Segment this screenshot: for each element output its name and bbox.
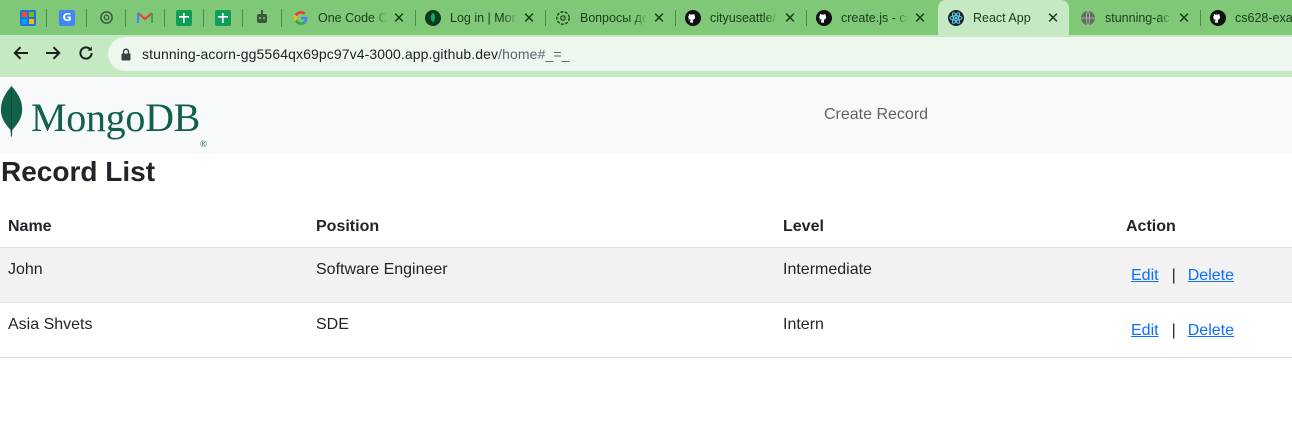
cell-position: SDE — [308, 302, 775, 358]
tab-create-js[interactable]: create.js - cs ✕ — [806, 0, 936, 35]
url-text: stunning-acorn-gg5564qx69pc97v4-3000.app… — [142, 46, 570, 62]
tab-title: cs628-exam — [1235, 10, 1292, 25]
cell-level: Intermediate — [775, 247, 1118, 303]
edit-link[interactable]: Edit — [1131, 322, 1159, 339]
github-icon — [1210, 9, 1226, 26]
url-path: /home#_=_ — [498, 46, 570, 62]
table-header-row: Name Position Level Action — [0, 207, 1292, 248]
create-record-link[interactable]: Create Record — [824, 106, 928, 124]
cell-action: Edit | Delete — [1118, 247, 1292, 303]
cell-name: John — [0, 247, 308, 303]
close-icon[interactable]: ✕ — [521, 10, 537, 26]
github-icon — [816, 9, 832, 26]
google-icon — [293, 10, 309, 26]
android-icon — [254, 10, 270, 26]
github-icon — [685, 9, 701, 26]
tab-one-code[interactable]: One Code Cl ✕ — [283, 0, 415, 35]
chatgpt-icon — [98, 10, 114, 26]
gmail-icon — [137, 10, 153, 26]
column-header-name: Name — [0, 207, 308, 248]
globe-icon — [1080, 10, 1096, 26]
cell-name: Asia Shvets — [0, 302, 308, 358]
edit-link[interactable]: Edit — [1131, 267, 1159, 284]
column-header-position: Position — [308, 207, 775, 248]
tab-mongodb-login[interactable]: Log in | Mor ✕ — [415, 0, 545, 35]
mongodb-wordmark: MongoDB® — [31, 95, 207, 150]
back-arrow-icon — [12, 44, 30, 67]
forward-arrow-icon — [44, 44, 62, 67]
openai-icon — [555, 10, 571, 26]
page-title: Record List — [1, 156, 156, 187]
close-icon[interactable]: ✕ — [651, 10, 667, 26]
column-header-action: Action — [1118, 207, 1292, 248]
google-sheets-icon — [215, 9, 231, 26]
cell-action: Edit | Delete — [1118, 302, 1292, 358]
mongodb-logo[interactable] — [0, 85, 24, 142]
mongodb-leaf-icon — [0, 85, 24, 142]
pinned-tab-chatgpt[interactable] — [86, 0, 126, 35]
forward-button[interactable] — [38, 40, 68, 70]
react-icon — [948, 9, 964, 26]
browser-tab-strip: G One Code Cl ✕ Log in | Mor ✕ Вопросы д… — [0, 0, 1292, 35]
logo-text: MongoDB — [31, 95, 201, 140]
pinned-tab-sheets-2[interactable] — [203, 0, 243, 35]
tab-cityuseattle[interactable]: cityuseattle/ ✕ — [675, 0, 806, 35]
tab-title: stunning-ac — [1105, 10, 1170, 25]
pinned-tab-android[interactable] — [242, 0, 282, 35]
close-icon[interactable]: ✕ — [782, 10, 798, 26]
close-icon[interactable]: ✕ — [1176, 10, 1192, 26]
back-button[interactable] — [6, 40, 36, 70]
tab-stunning-acorn[interactable]: stunning-ac ✕ — [1070, 0, 1200, 35]
google-sheets-icon — [176, 9, 192, 26]
delete-link[interactable]: Delete — [1188, 322, 1234, 339]
reload-button[interactable] — [71, 40, 101, 70]
google-translate-icon: G — [59, 9, 75, 26]
tab-title: create.js - cs — [841, 10, 908, 25]
delete-link[interactable]: Delete — [1188, 267, 1234, 284]
tab-title: React App — [973, 10, 1031, 25]
table-row: Asia Shvets SDE Intern Edit | Delete — [0, 302, 1292, 358]
table-row: John Software Engineer Intermediate Edit… — [0, 247, 1292, 303]
mongodb-icon — [425, 9, 441, 26]
tab-react-app[interactable]: React App ✕ — [938, 0, 1069, 35]
pinned-tab-microsoft-store[interactable] — [8, 0, 48, 35]
close-icon[interactable]: ✕ — [912, 10, 928, 26]
microsoft-store-icon — [20, 9, 36, 26]
close-icon[interactable]: ✕ — [1045, 10, 1061, 26]
action-separator: | — [1171, 321, 1176, 339]
cell-position: Software Engineer — [308, 247, 775, 303]
lock-icon — [121, 48, 131, 61]
reload-icon — [77, 44, 95, 67]
registered-mark: ® — [200, 139, 207, 149]
column-header-level: Level — [775, 207, 1118, 248]
records-table: Name Position Level Action John Software… — [0, 207, 1292, 358]
tab-questions[interactable]: Вопросы де ✕ — [545, 0, 675, 35]
pinned-tab-sheets-1[interactable] — [164, 0, 204, 35]
action-separator: | — [1171, 266, 1176, 284]
url-host: stunning-acorn-gg5564qx69pc97v4-3000.app… — [142, 46, 499, 62]
tab-cs628-exam[interactable]: cs628-exam — [1200, 0, 1292, 35]
tab-title: One Code Cl — [318, 10, 387, 25]
tab-title: Вопросы де — [580, 10, 647, 25]
tab-title: cityuseattle/ — [710, 10, 777, 25]
pinned-tab-google-translate[interactable]: G — [47, 0, 87, 35]
pinned-tab-gmail[interactable] — [125, 0, 165, 35]
tab-title: Log in | Mor — [450, 10, 516, 25]
close-icon[interactable]: ✕ — [391, 10, 407, 26]
cell-level: Intern — [775, 302, 1118, 358]
